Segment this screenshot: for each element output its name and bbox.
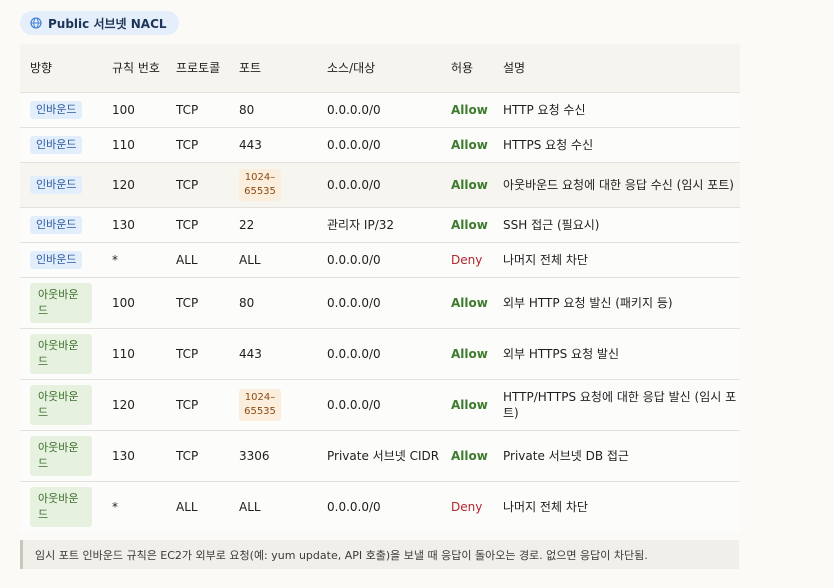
port: 80 — [229, 277, 317, 329]
port: 80 — [229, 92, 317, 128]
action: Allow — [441, 92, 493, 128]
description: HTTP/HTTPS 요청에 대한 응답 발신 (임시 포트) — [493, 379, 740, 431]
rule-number: 110 — [102, 127, 166, 163]
protocol: TCP — [166, 127, 229, 163]
action: Allow — [441, 207, 493, 243]
action: Allow — [441, 127, 493, 163]
header-rule-number: 규칙 번호 — [102, 44, 166, 93]
table-header-row: 방향 규칙 번호 프로토콜 포트 소스/대상 허용 설명 — [20, 44, 740, 93]
source: 0.0.0.0/0 — [317, 379, 441, 431]
direction-badge: 아웃바운드 — [30, 283, 92, 323]
protocol: TCP — [166, 430, 229, 482]
direction-badge: 아웃바운드 — [30, 487, 92, 527]
rule-number: 110 — [102, 328, 166, 380]
description: 외부 HTTP 요청 발신 (패키지 등) — [493, 277, 740, 329]
footnote-callout: 임시 포트 인바운드 규칙은 EC2가 외부로 요청(예: yum update… — [20, 540, 739, 569]
table-row: 인바운드 110 TCP 443 0.0.0.0/0 Allow HTTPS 요… — [20, 127, 740, 163]
action: Allow — [441, 430, 493, 482]
source: 0.0.0.0/0 — [317, 127, 441, 163]
rule-number: 100 — [102, 92, 166, 128]
rule-number: 130 — [102, 207, 166, 243]
protocol: TCP — [166, 92, 229, 128]
nacl-table-container: 방향 규칙 번호 프로토콜 포트 소스/대상 허용 설명 인바운드 100 TC… — [20, 44, 740, 532]
rule-number: 100 — [102, 277, 166, 329]
direction-badge: 아웃바운드 — [30, 436, 92, 476]
port-range-badge: 1024–65535 — [239, 169, 281, 201]
rule-number: 120 — [102, 379, 166, 431]
action: Allow — [441, 328, 493, 380]
table-row: 아웃바운드 110 TCP 443 0.0.0.0/0 Allow 외부 HTT… — [20, 328, 740, 380]
table-row: 인바운드 * ALL ALL 0.0.0.0/0 Deny 나머지 전체 차단 — [20, 242, 740, 278]
header-direction: 방향 — [20, 44, 102, 93]
action: Allow — [441, 277, 493, 329]
rule-number: 130 — [102, 430, 166, 482]
header-allow: 허용 — [441, 44, 493, 93]
description: 나머지 전체 차단 — [493, 242, 740, 278]
port: 22 — [229, 207, 317, 243]
rule-number: * — [102, 481, 166, 532]
direction-badge: 아웃바운드 — [30, 334, 92, 374]
protocol: TCP — [166, 328, 229, 380]
table-row: 인바운드 120 TCP 1024–65535 0.0.0.0/0 Allow … — [20, 162, 740, 208]
protocol: TCP — [166, 207, 229, 243]
nacl-rules-table: 방향 규칙 번호 프로토콜 포트 소스/대상 허용 설명 인바운드 100 TC… — [20, 44, 740, 532]
source: Private 서브넷 CIDR — [317, 430, 441, 482]
table-row: 인바운드 100 TCP 80 0.0.0.0/0 Allow HTTP 요청 … — [20, 92, 740, 128]
source: 0.0.0.0/0 — [317, 481, 441, 532]
direction-badge: 아웃바운드 — [30, 385, 92, 425]
port: 443 — [229, 127, 317, 163]
source: 0.0.0.0/0 — [317, 328, 441, 380]
port-range-badge: 1024–65535 — [239, 389, 281, 421]
source: 0.0.0.0/0 — [317, 242, 441, 278]
header-description: 설명 — [493, 44, 740, 93]
direction-badge: 인바운드 — [30, 176, 83, 194]
source: 0.0.0.0/0 — [317, 92, 441, 128]
action: Allow — [441, 379, 493, 431]
action: Allow — [441, 162, 493, 208]
direction-badge: 인바운드 — [30, 101, 83, 119]
protocol: TCP — [166, 277, 229, 329]
description: HTTPS 요청 수신 — [493, 127, 740, 163]
source: 0.0.0.0/0 — [317, 162, 441, 208]
globe-icon — [30, 17, 42, 29]
table-row: 아웃바운드 * ALL ALL 0.0.0.0/0 Deny 나머지 전체 차단 — [20, 481, 740, 532]
port: ALL — [229, 481, 317, 532]
description: 외부 HTTPS 요청 발신 — [493, 328, 740, 380]
description: 아웃바운드 요청에 대한 응답 수신 (임시 포트) — [493, 162, 740, 208]
rule-number: 120 — [102, 162, 166, 208]
description: 나머지 전체 차단 — [493, 481, 740, 532]
direction-badge: 인바운드 — [30, 216, 83, 234]
port: ALL — [229, 242, 317, 278]
direction-badge: 인바운드 — [30, 136, 83, 154]
source: 관리자 IP/32 — [317, 207, 441, 243]
source: 0.0.0.0/0 — [317, 277, 441, 329]
description: HTTP 요청 수신 — [493, 92, 740, 128]
section-title-pill: Public 서브넷 NACL — [20, 11, 179, 35]
protocol: TCP — [166, 379, 229, 431]
action: Deny — [441, 242, 493, 278]
description: SSH 접근 (필요시) — [493, 207, 740, 243]
protocol: TCP — [166, 162, 229, 208]
table-row: 인바운드 130 TCP 22 관리자 IP/32 Allow SSH 접근 (… — [20, 207, 740, 243]
header-port: 포트 — [229, 44, 317, 93]
header-protocol: 프로토콜 — [166, 44, 229, 93]
description: Private 서브넷 DB 접근 — [493, 430, 740, 482]
rule-number: * — [102, 242, 166, 278]
section-title: Public 서브넷 NACL — [48, 16, 167, 31]
direction-badge: 인바운드 — [30, 251, 83, 269]
footnote-text: 임시 포트 인바운드 규칙은 EC2가 외부로 요청(예: yum update… — [35, 548, 648, 562]
table-row: 아웃바운드 100 TCP 80 0.0.0.0/0 Allow 외부 HTTP… — [20, 277, 740, 329]
protocol: ALL — [166, 242, 229, 278]
port: 443 — [229, 328, 317, 380]
table-row: 아웃바운드 130 TCP 3306 Private 서브넷 CIDR Allo… — [20, 430, 740, 482]
action: Deny — [441, 481, 493, 532]
table-row: 아웃바운드 120 TCP 1024–65535 0.0.0.0/0 Allow… — [20, 379, 740, 431]
header-source-dest: 소스/대상 — [317, 44, 441, 93]
protocol: ALL — [166, 481, 229, 532]
port: 3306 — [229, 430, 317, 482]
